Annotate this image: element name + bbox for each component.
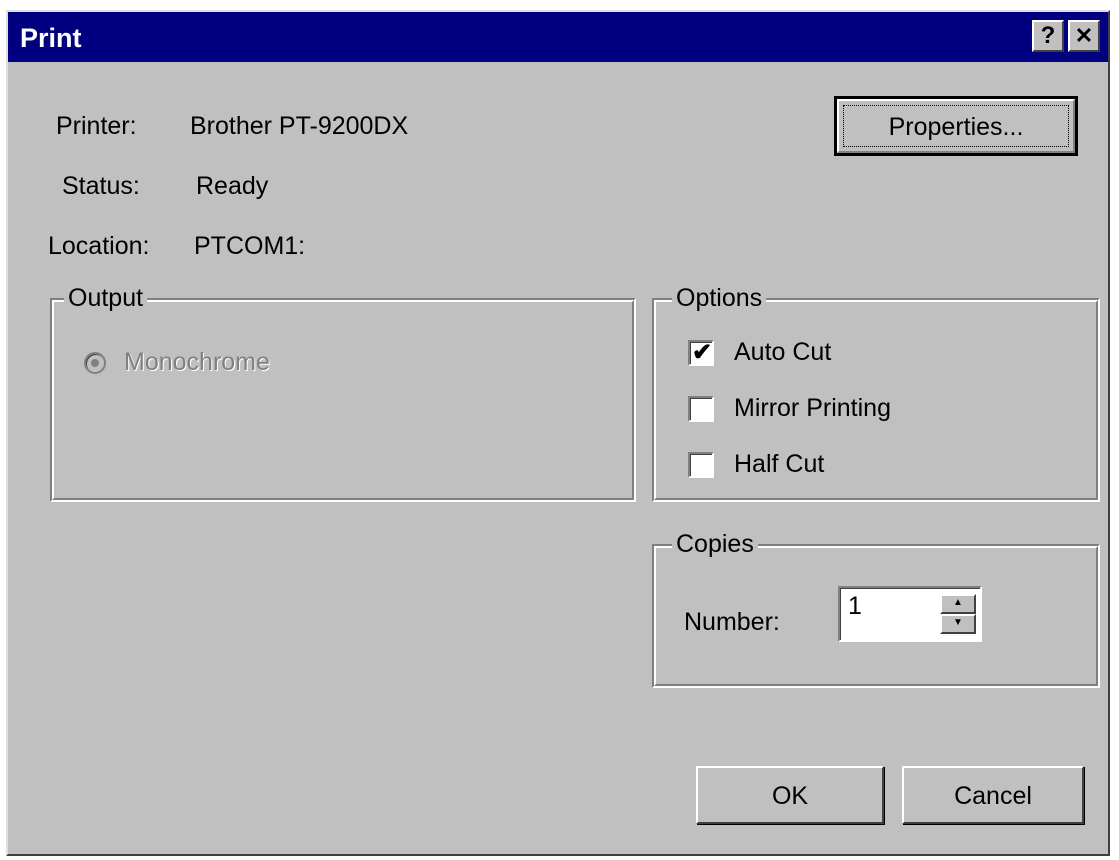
output-group <box>50 298 636 502</box>
copies-number-spinner[interactable]: 1 ▲ ▼ <box>838 586 982 642</box>
spin-down-button[interactable]: ▼ <box>940 614 976 634</box>
half-cut-checkbox[interactable] <box>688 452 714 478</box>
close-button[interactable]: ✕ <box>1068 20 1100 52</box>
window-title: Print <box>20 23 82 53</box>
help-icon: ? <box>1040 22 1056 49</box>
arrow-down-icon: ▼ <box>953 617 963 628</box>
checkmark-icon: ✔ <box>692 339 713 366</box>
printer-name: Brother PT-9200DX <box>190 112 409 140</box>
print-dialog: Print ? ✕ Printer: Brother PT-9200DX Sta… <box>6 10 1110 856</box>
mirror-printing-label: Mirror Printing <box>734 394 891 422</box>
mirror-printing-checkbox[interactable] <box>688 396 714 422</box>
options-legend: Options <box>672 284 767 313</box>
ok-button[interactable]: OK <box>696 766 884 824</box>
copies-number-value[interactable]: 1 <box>848 592 862 621</box>
half-cut-label: Half Cut <box>734 450 825 478</box>
auto-cut-label: Auto Cut <box>734 338 832 366</box>
printer-label: Printer: <box>56 112 137 140</box>
properties-button[interactable]: Properties... <box>834 96 1078 156</box>
output-legend: Output <box>64 284 148 313</box>
location-value: PTCOM1: <box>194 232 306 260</box>
arrow-up-icon: ▲ <box>953 597 963 608</box>
cancel-button-label: Cancel <box>954 782 1032 810</box>
spin-up-button[interactable]: ▲ <box>940 594 976 614</box>
monochrome-label: Monochrome <box>124 348 270 376</box>
cancel-button[interactable]: Cancel <box>902 766 1084 824</box>
close-icon: ✕ <box>1074 23 1094 48</box>
properties-button-label: Properties... <box>888 113 1024 141</box>
status-value: Ready <box>196 172 269 200</box>
help-button[interactable]: ? <box>1032 20 1064 52</box>
ok-button-label: OK <box>771 782 809 810</box>
title-bar[interactable]: Print ? ✕ <box>8 12 1108 62</box>
copies-legend: Copies <box>672 530 758 559</box>
location-label: Location: <box>48 232 150 260</box>
monochrome-radio[interactable] <box>84 352 106 374</box>
number-label: Number: <box>684 608 780 636</box>
auto-cut-checkbox[interactable]: ✔ <box>688 339 714 366</box>
status-label: Status: <box>62 172 140 200</box>
